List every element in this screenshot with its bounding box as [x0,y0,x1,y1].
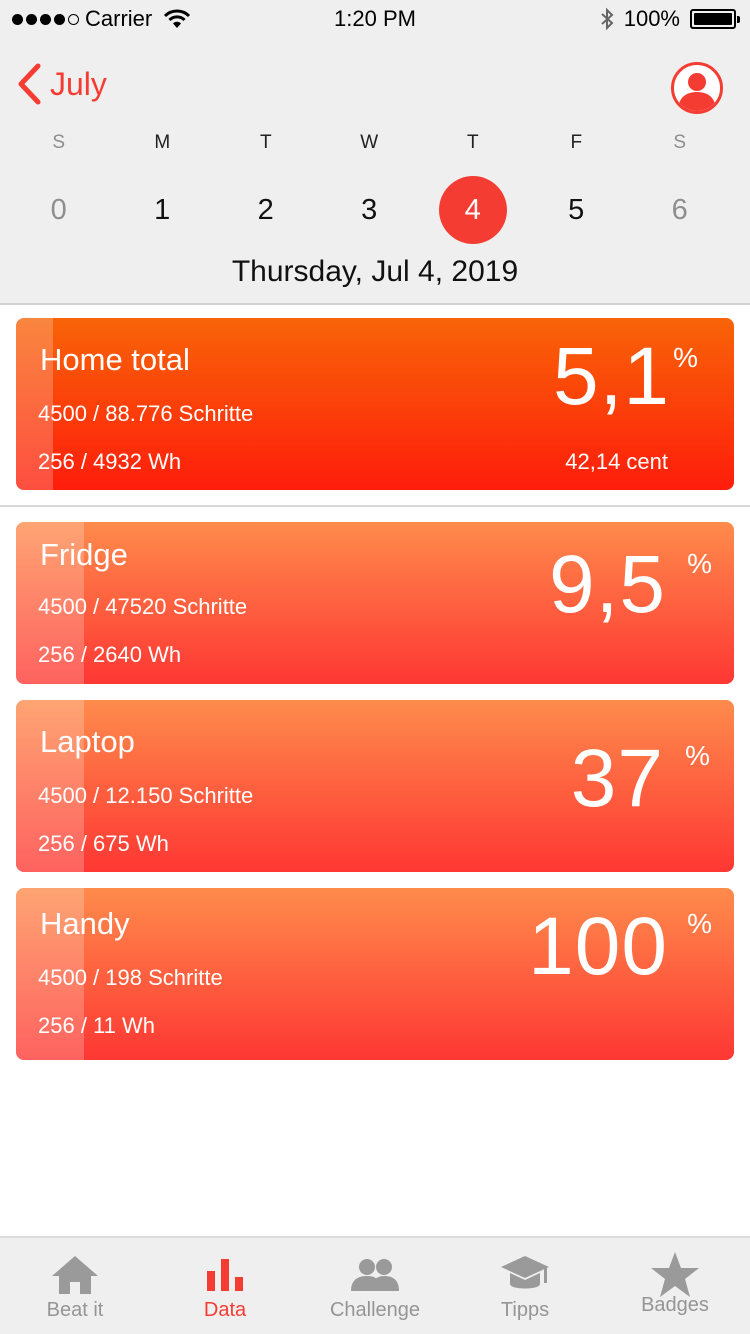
day-row: 0 1 2 3 4 5 6 [0,175,750,245]
percent-value: 37 [570,733,664,824]
graduation-cap-icon [501,1256,549,1289]
day-cell[interactable]: 6 [628,175,732,245]
tab-label: Tipps [500,1299,550,1321]
energy-text: 256 / 4932 Wh [38,449,182,474]
weekday-label: T [259,132,272,153]
weekday-label: S [673,132,687,153]
back-button[interactable]: July [16,63,107,105]
tab-data[interactable]: Data [150,1238,300,1334]
weekday-label: M [154,132,171,153]
percent-value: 100 [528,901,668,992]
tab-challenge[interactable]: Challenge [300,1238,450,1334]
steps-text: 4500 / 47520 Schritte [38,594,248,619]
percent-sign: % [687,908,712,939]
day-cell[interactable]: 0 [7,175,111,245]
tab-bar: Beat it Data Challenge Tipps Badges [0,1236,750,1334]
percent-value: 9,5 [549,539,666,630]
day-number: 3 [361,193,378,226]
weekday-label: S [52,132,66,153]
percent-sign: % [673,342,698,373]
steps-text: 4500 / 88.776 Schritte [38,401,254,426]
weekday-label: T [466,132,479,153]
divider [0,505,750,507]
battery-icon [690,9,740,29]
device-card-handy[interactable]: Handy 4500 / 198 Schritte 256 / 11 Wh 10… [16,888,734,1060]
weekday-label: F [570,132,583,153]
selected-date-title: Thursday, Jul 4, 2019 [231,255,519,288]
day-number: 0 [50,193,67,226]
tab-label: Data [203,1299,247,1321]
steps-text: 4500 / 12.150 Schritte [38,783,254,808]
tab-badges[interactable]: Badges [600,1238,750,1334]
bar-chart-icon [207,1259,243,1291]
header: Carrier 1:20 PM 100% July S M T W T F S … [0,0,750,305]
weekday-label: W [360,132,379,153]
tab-tipps[interactable]: Tipps [450,1238,600,1334]
profile-button[interactable] [671,62,723,114]
tab-beat-it[interactable]: Beat it [0,1238,150,1334]
device-card-laptop[interactable]: Laptop 4500 / 12.150 Schritte 256 / 675 … [16,700,734,872]
tab-label: Challenge [329,1299,421,1321]
day-cell[interactable]: 2 [214,175,318,245]
day-cell-selected[interactable]: 4 [421,175,525,245]
percent-sign: % [687,548,712,579]
person-icon [678,73,716,111]
day-number: 2 [257,193,274,226]
steps-text: 4500 / 198 Schritte [38,965,223,990]
percent-value: 5,1 [553,331,670,422]
star-icon [651,1252,699,1297]
home-icon [52,1256,98,1294]
day-cell[interactable]: 1 [111,175,215,245]
card-title: Laptop [40,724,135,759]
percent-sign: % [685,740,710,771]
card-title: Handy [40,906,130,941]
energy-text: 256 / 2640 Wh [38,642,182,667]
card-title: Home total [40,342,190,377]
day-number: 4 [438,176,507,244]
card-title: Fridge [40,537,128,572]
day-cell[interactable]: 5 [525,175,629,245]
day-cell[interactable]: 3 [318,175,422,245]
cost-text: 42,14 cent [565,449,668,474]
status-bar: Carrier 1:20 PM 100% [0,0,750,40]
navigation-bar: July [0,55,750,115]
bluetooth-icon [601,7,614,31]
device-card-fridge[interactable]: Fridge 4500 / 47520 Schritte 256 / 2640 … [16,522,734,684]
battery-percent: 100% [623,6,680,31]
back-label: July [50,65,107,102]
tab-label: Badges [641,1294,709,1316]
status-right: 100% [600,6,740,32]
day-number: 1 [154,193,171,226]
weekday-row: S M T W T F S [0,132,750,154]
chevron-left-icon [18,63,41,105]
day-number: 5 [568,193,585,226]
energy-text: 256 / 675 Wh [38,831,169,856]
home-total-card[interactable]: Home total 4500 / 88.776 Schritte 256 / … [16,318,734,490]
day-number: 6 [671,193,688,226]
energy-text: 256 / 11 Wh [38,1013,155,1038]
tab-label: Beat it [46,1299,104,1321]
people-icon [351,1259,399,1291]
